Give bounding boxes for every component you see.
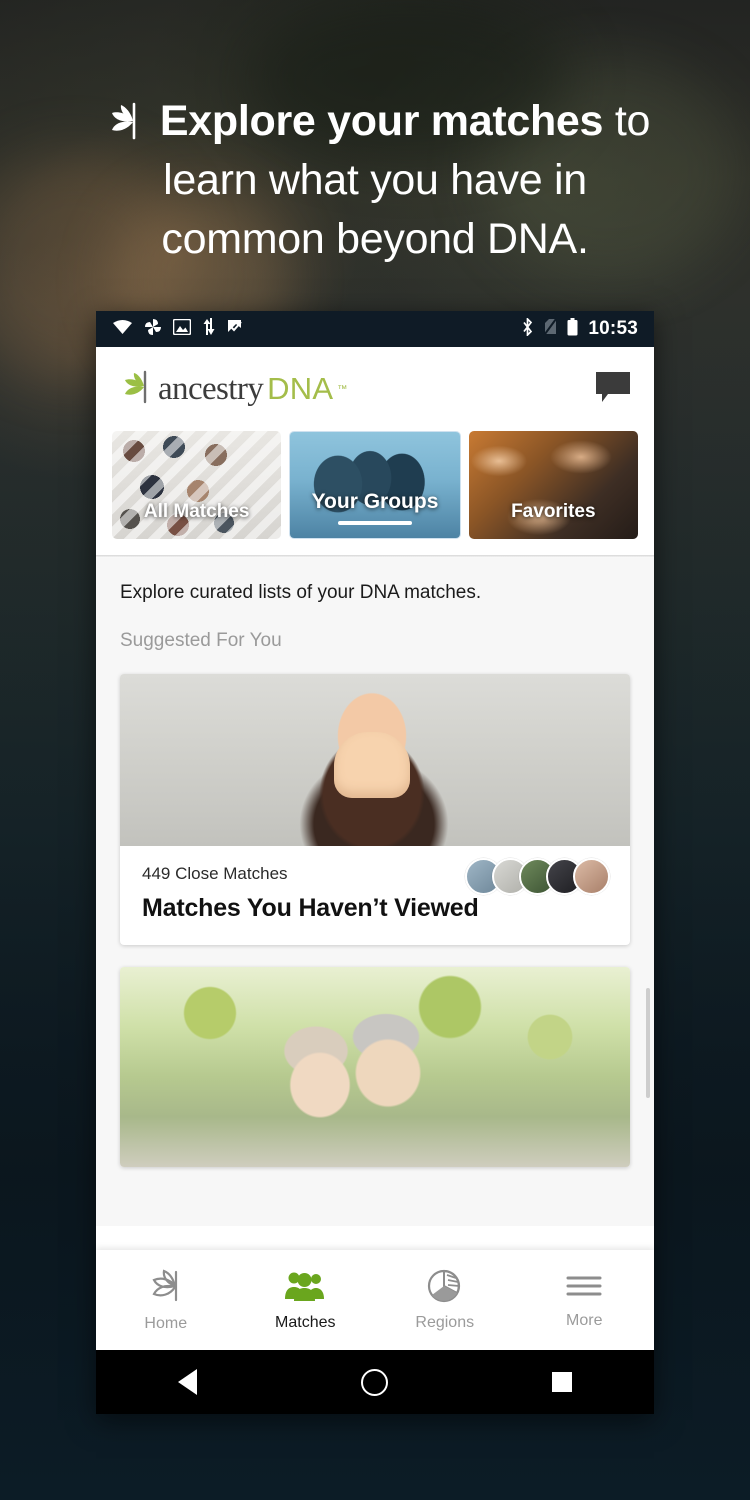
match-card-photo (120, 674, 630, 846)
logo-trademark: ™ (337, 383, 348, 395)
match-card-photo (120, 967, 630, 1167)
match-card-body: 449 Close Matches Matches You Haven’t Vi… (120, 846, 630, 945)
home-circle-icon[interactable] (361, 1368, 388, 1396)
woman-covering-face-photo (120, 674, 630, 846)
wifi-icon (112, 319, 133, 340)
android-navigation-bar (96, 1350, 654, 1414)
nav-item-regions[interactable]: Regions (375, 1269, 515, 1332)
nav-item-more-label: More (566, 1311, 603, 1329)
message-bubble-icon[interactable] (594, 370, 632, 409)
tab-your-groups[interactable]: Your Groups (289, 431, 461, 539)
pie-chart-icon (427, 1269, 463, 1308)
match-card[interactable]: 449 Close Matches Matches You Haven’t Vi… (120, 674, 630, 945)
match-avatar-group (465, 858, 610, 895)
nav-item-home-label: Home (144, 1314, 188, 1332)
section-title: Suggested For You (120, 630, 282, 651)
bluetooth-icon (521, 316, 534, 341)
promo-headline-line2: learn what you have in (163, 156, 587, 204)
tab-favorites-label: Favorites (511, 501, 596, 522)
match-card[interactable] (120, 967, 630, 1167)
leaf-icon (146, 1268, 186, 1309)
nav-item-more[interactable]: More (515, 1271, 655, 1330)
people-icon (285, 1269, 325, 1308)
image-icon (172, 318, 192, 340)
promo-headline-line3: common beyond DNA. (161, 215, 589, 263)
ancestrydna-logo: ancestry DNA ™ (118, 370, 347, 409)
promo-headline-rest: to (603, 97, 651, 145)
back-triangle-icon[interactable] (178, 1369, 197, 1395)
photos-pinwheel-icon (144, 318, 162, 341)
logo-text-dna: DNA (267, 371, 334, 406)
content-scrollbar[interactable] (646, 988, 650, 1098)
matches-content[interactable]: Explore curated lists of your DNA matche… (96, 558, 654, 1226)
hamburger-menu-icon (565, 1271, 603, 1306)
battery-icon (567, 317, 578, 341)
match-tabs: All Matches Your Groups Favorites (96, 431, 654, 555)
ancestry-leaf-icon (100, 99, 146, 141)
recents-square-icon[interactable] (552, 1372, 572, 1392)
promo-headline: Explore your matches to learn what you h… (0, 92, 750, 269)
senior-couple-laughing-photo (120, 967, 630, 1167)
no-sim-icon (544, 318, 558, 340)
avatar (573, 858, 610, 895)
sync-arrows-icon (202, 318, 216, 340)
phone-screenshot: 10:53 ancestry DNA ™ All Matches Your Gr… (96, 311, 654, 1414)
status-bar-clock: 10:53 (588, 318, 638, 339)
android-status-bar: 10:53 (96, 311, 654, 347)
tab-all-matches-label: All Matches (143, 501, 250, 522)
bottom-navigation: Home Matches Regions More (96, 1250, 654, 1350)
nav-item-regions-label: Regions (415, 1313, 475, 1331)
match-card-title: Matches You Haven’t Viewed (142, 894, 479, 922)
nav-item-matches[interactable]: Matches (236, 1269, 376, 1332)
checkmark-flag-icon (227, 318, 244, 340)
tab-all-matches[interactable]: All Matches (112, 431, 282, 539)
intro-text: Explore curated lists of your DNA matche… (120, 582, 482, 603)
logo-leaf-icon (118, 370, 154, 409)
logo-text-ancestry: ancestry (158, 370, 264, 407)
nav-item-matches-label: Matches (275, 1313, 336, 1331)
promo-headline-strong: Explore your matches (159, 97, 604, 145)
nav-item-home[interactable]: Home (96, 1268, 236, 1333)
tab-favorites[interactable]: Favorites (468, 431, 638, 539)
tab-selected-underline (337, 521, 412, 525)
tab-your-groups-label: Your Groups (311, 490, 439, 513)
app-header: ancestry DNA ™ (96, 347, 654, 431)
